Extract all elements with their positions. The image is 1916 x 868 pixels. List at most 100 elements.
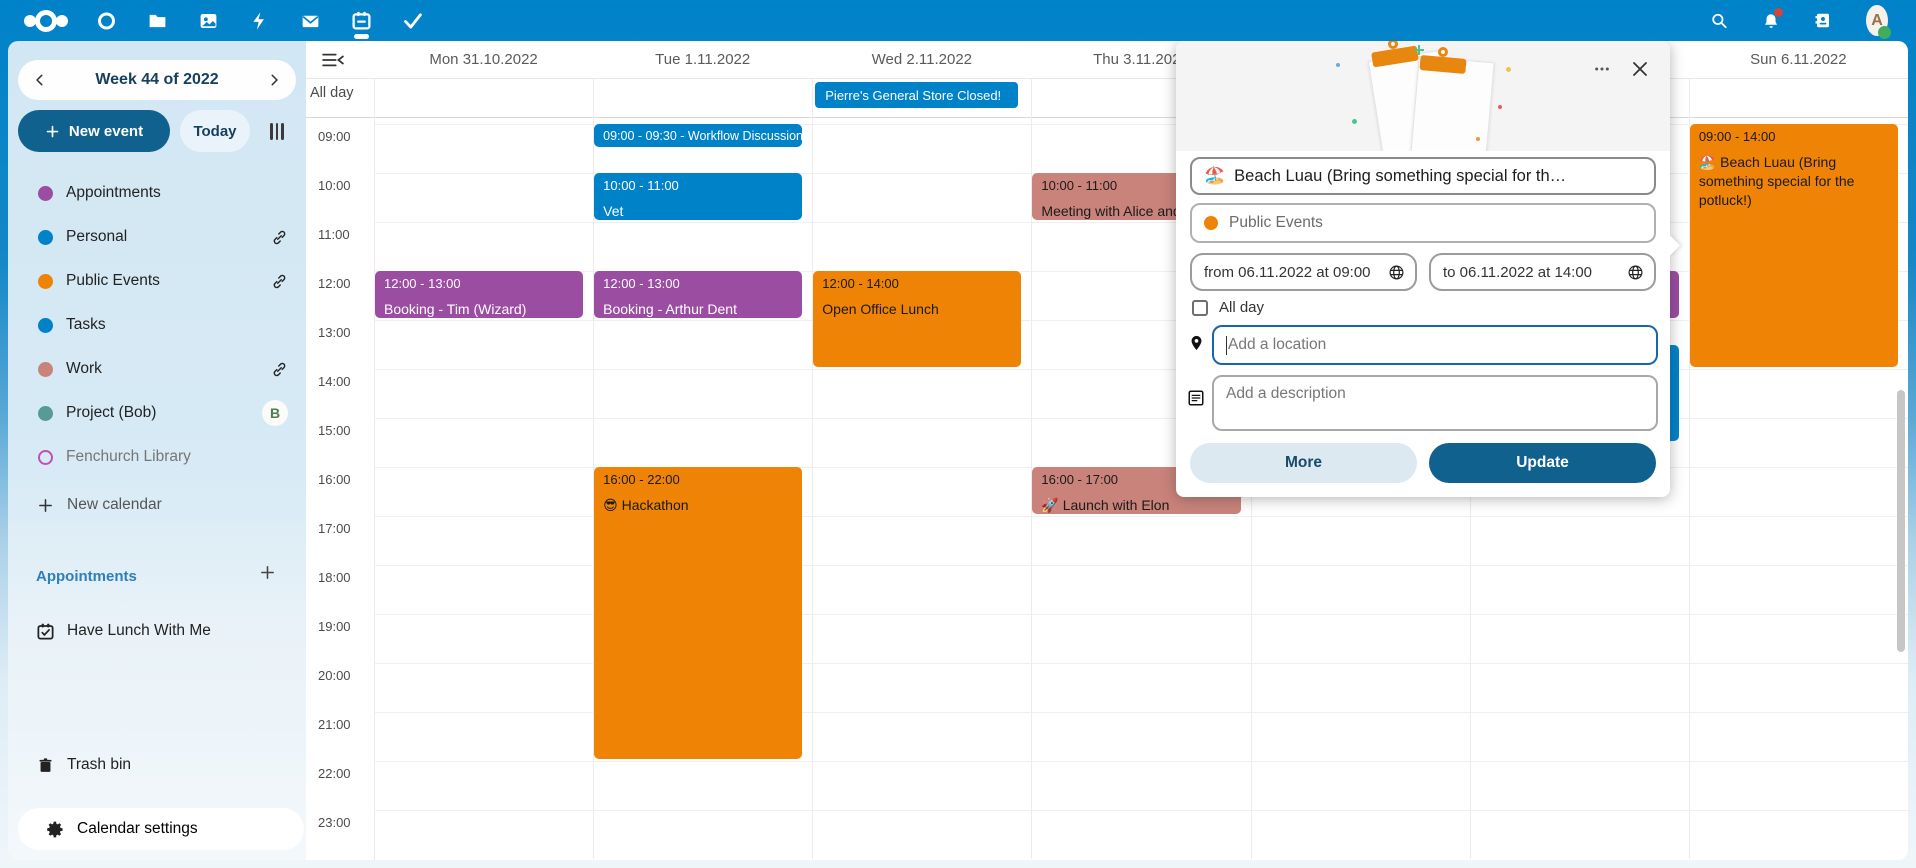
- event-block[interactable]: 10:00 - 11:00 Vet: [594, 173, 802, 220]
- calendar-list-item[interactable]: Public Events: [8, 261, 306, 301]
- hour-label: 09:00: [318, 129, 351, 144]
- column-divider: [812, 78, 813, 859]
- event-title: Vet: [603, 202, 793, 220]
- notification-dot: [1774, 8, 1783, 17]
- activity-app-icon[interactable]: [243, 4, 276, 37]
- search-icon[interactable]: [1704, 6, 1734, 36]
- collapse-all-day-icon[interactable]: [320, 51, 346, 71]
- hour-label: 10:00: [318, 178, 351, 193]
- event-title: Booking - Tim (Wizard): [384, 300, 574, 318]
- all-day-event[interactable]: Pierre's General Store Closed!: [815, 82, 1018, 108]
- event-block[interactable]: 09:00 - 14:00 🏖️ Beach Luau (Bring someth…: [1690, 124, 1898, 367]
- event-title: 🏖️ Beach Luau (Bring something special f…: [1699, 153, 1889, 210]
- calendar-list-item[interactable]: Work: [8, 349, 306, 389]
- hour-label: 12:00: [318, 276, 351, 291]
- tasks-app-icon[interactable]: [396, 4, 429, 37]
- circles-app-icon[interactable]: [90, 4, 123, 37]
- update-button[interactable]: Update: [1429, 443, 1656, 483]
- column-divider: [374, 78, 375, 859]
- calendar-app-icon[interactable]: [345, 4, 378, 37]
- hour-line: [374, 761, 1908, 762]
- event-time: 12:00 - 13:00: [384, 276, 574, 291]
- calendar-list-item[interactable]: Tasks: [8, 305, 306, 345]
- calendar-week-view: All day Mon 31.10.2022Tue 1.11.2022Wed 2…: [306, 41, 1908, 860]
- files-app-icon[interactable]: [141, 4, 174, 37]
- calendar-list-item[interactable]: Project (Bob)B: [8, 393, 306, 433]
- event-edit-popup: 🏖️ Beach Luau (Bring something special f…: [1176, 41, 1670, 497]
- app-content: Week 44 of 2022 New event Today Appointm…: [8, 41, 1908, 860]
- calendar-name: Fenchurch Library: [66, 448, 191, 466]
- notifications-bell-icon[interactable]: [1756, 6, 1786, 36]
- event-time: 12:00 - 14:00: [822, 276, 1012, 291]
- location-input[interactable]: Add a location: [1212, 325, 1658, 365]
- event-title-input[interactable]: 🏖️ Beach Luau (Bring something special f…: [1190, 157, 1656, 195]
- calendar-list-item[interactable]: Appointments: [8, 173, 306, 213]
- day-header[interactable]: Mon 31.10.2022: [374, 41, 593, 78]
- calendar-name: Project (Bob): [66, 404, 156, 422]
- trash-bin-item[interactable]: Trash bin: [8, 745, 306, 785]
- all-day-checkbox[interactable]: [1192, 300, 1208, 316]
- more-button[interactable]: More: [1190, 443, 1417, 483]
- day-header[interactable]: Tue 1.11.2022: [593, 41, 812, 78]
- event-block[interactable]: 12:00 - 14:00Open Office Lunch: [813, 271, 1021, 367]
- day-header[interactable]: Wed 2.11.2022: [812, 41, 1031, 78]
- contacts-icon[interactable]: [1808, 6, 1838, 36]
- photos-app-icon[interactable]: [192, 4, 225, 37]
- active-app-indicator: [354, 34, 369, 39]
- event-block[interactable]: 12:00 - 13:00 Booking - Tim (Wizard): [375, 271, 583, 318]
- event-block[interactable]: 09:00 - 09:30 - Workflow Discussion: [594, 124, 802, 147]
- popup-close-icon[interactable]: [1626, 55, 1654, 83]
- appointment-config-label: Have Lunch With Me: [67, 622, 211, 640]
- calendar-list-item[interactable]: Fenchurch Library: [8, 437, 306, 477]
- calendar-list-item[interactable]: Personal: [8, 217, 306, 257]
- hour-label: 23:00: [318, 815, 351, 830]
- description-placeholder: Add a description: [1226, 385, 1346, 403]
- calendar-color-dot: [38, 318, 53, 333]
- appointments-heading: Appointments: [36, 568, 137, 585]
- view-mode-icon[interactable]: [264, 120, 290, 142]
- today-button[interactable]: Today: [180, 110, 250, 152]
- event-time: 10:00 - 11:00: [603, 178, 793, 193]
- event-label: 09:00 - 09:30 - Workflow Discussion: [603, 129, 793, 143]
- text-cursor: [1226, 336, 1227, 355]
- hour-label: 11:00: [318, 227, 350, 242]
- mail-app-icon[interactable]: [294, 4, 327, 37]
- calendar-settings-button[interactable]: Calendar settings: [18, 808, 304, 850]
- hour-label: 13:00: [318, 325, 351, 340]
- appointment-config-item[interactable]: Have Lunch With Me: [8, 611, 306, 651]
- next-week-button[interactable]: [258, 64, 290, 96]
- hour-label: 17:00: [318, 521, 351, 536]
- calendar-name: Appointments: [66, 184, 161, 202]
- add-appointment-config-button[interactable]: [252, 559, 282, 589]
- all-day-checkbox-row[interactable]: All day: [1192, 299, 1264, 316]
- plus-icon: [45, 124, 60, 139]
- nextcloud-logo: [20, 4, 72, 37]
- calendar-select[interactable]: Public Events: [1190, 203, 1656, 243]
- start-datetime-value: from 06.11.2022 at 09:00: [1204, 264, 1371, 281]
- hour-label: 21:00: [318, 717, 351, 732]
- event-time: 09:00 - 14:00: [1699, 129, 1889, 144]
- week-label: Week 44 of 2022: [95, 71, 218, 89]
- event-block[interactable]: 16:00 - 22:00😎 Hackathon: [594, 467, 802, 759]
- calendar-select-value: Public Events: [1229, 214, 1323, 232]
- previous-week-button[interactable]: [24, 64, 56, 96]
- event-time: 12:00 - 13:00: [603, 276, 793, 291]
- description-input[interactable]: Add a description: [1212, 375, 1658, 431]
- start-datetime-input[interactable]: from 06.11.2022 at 09:00: [1190, 253, 1417, 291]
- top-navigation-bar: A: [0, 0, 1916, 41]
- vertical-scrollbar[interactable]: [1897, 390, 1905, 652]
- popup-more-actions-icon[interactable]: [1588, 55, 1616, 83]
- calendar-color-dot: [38, 406, 53, 421]
- end-datetime-input[interactable]: to 06.11.2022 at 14:00: [1429, 253, 1656, 291]
- confetti-plus: [1414, 45, 1424, 55]
- new-event-button[interactable]: New event: [18, 110, 170, 152]
- day-header[interactable]: Sun 6.11.2022: [1689, 41, 1908, 78]
- event-block[interactable]: 12:00 - 13:00Booking - Arthur Dent: [594, 271, 802, 318]
- user-avatar[interactable]: A: [1860, 6, 1894, 36]
- event-title: 😎 Hackathon: [603, 496, 793, 515]
- new-calendar-button[interactable]: New calendar: [8, 485, 306, 525]
- trash-icon: [35, 756, 55, 775]
- calendar-name: Work: [66, 360, 102, 378]
- timezone-globe-icon: [1627, 264, 1644, 281]
- hour-line: [374, 222, 1908, 223]
